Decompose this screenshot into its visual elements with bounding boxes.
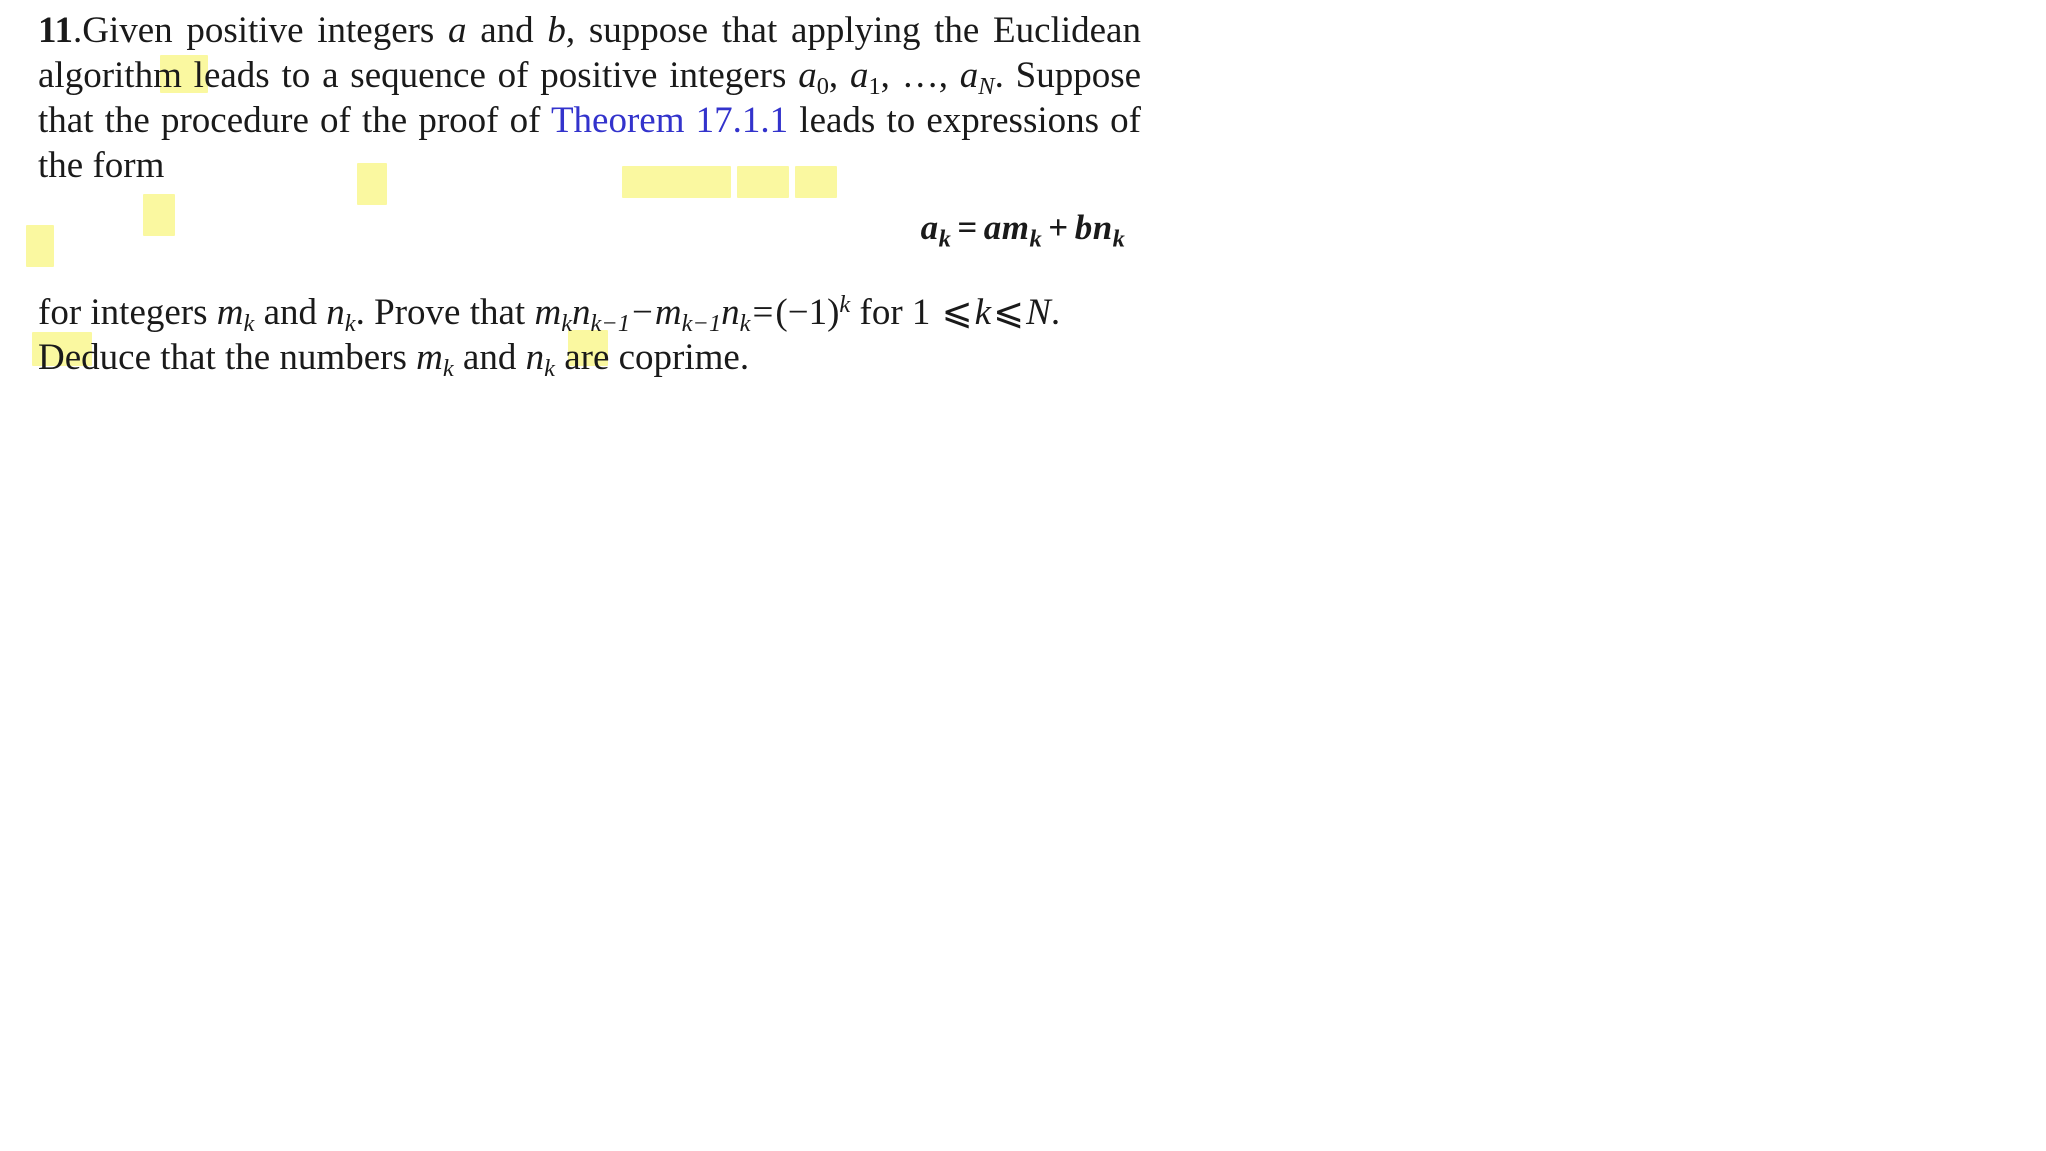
- variable-N: N: [1026, 292, 1051, 333]
- variable-aN-base: a: [959, 55, 979, 96]
- variable-a: a: [448, 10, 467, 51]
- para1-seg4: ,: [828, 55, 850, 96]
- equation-term1-coefficient: am: [983, 208, 1030, 247]
- variable-a1-base: a: [849, 55, 869, 96]
- variable-a0-subscript: 0: [816, 72, 829, 100]
- expr-m2-subscript: k−1: [681, 309, 722, 337]
- equation-equals-sign: =: [957, 208, 978, 247]
- expr-rhs-exponent: k: [839, 290, 851, 318]
- para1-seg2: and: [466, 10, 548, 51]
- exercise-paragraph-2: for integers mk and nk. Prove that mknk−…: [38, 290, 1148, 382]
- expr-n2-base: n: [721, 292, 740, 333]
- variable-n3-base: n: [525, 337, 545, 378]
- variable-k: k: [974, 292, 992, 333]
- variable-b: b: [547, 10, 566, 51]
- variable-m2-base: m: [416, 337, 443, 378]
- para2-seg1: for integers: [38, 292, 217, 333]
- equation-plus-sign: +: [1048, 208, 1069, 247]
- equation-lhs-base: a: [920, 208, 939, 247]
- para2-seg2: and: [254, 292, 327, 333]
- variable-a1-subscript: 1: [868, 72, 881, 100]
- equation-term2-coefficient: bn: [1074, 208, 1113, 247]
- para2-seg3: . Prove that: [355, 292, 535, 333]
- equation-term1-subscript: k: [1029, 225, 1043, 253]
- variable-n3-subscript: k: [544, 354, 555, 382]
- expr-m1-base: m: [534, 292, 562, 333]
- display-equation: ak = amk + bnk: [0, 208, 2046, 251]
- inequality-sign-2: ⩽: [993, 292, 1025, 333]
- expr-minus-sign: −: [632, 292, 653, 333]
- expr-n1-base: n: [572, 292, 591, 333]
- theorem-cross-reference-link[interactable]: Theorem 17.1.1: [551, 100, 788, 141]
- para1-seg1: Given positive integers: [82, 10, 449, 51]
- para2-seg4: for 1: [850, 292, 940, 333]
- inequality-sign-1: ⩽: [941, 292, 973, 333]
- exercise-paragraph-1: 11.Given positive integers a and b, supp…: [38, 8, 1141, 188]
- exercise-number-suffix: .: [72, 10, 83, 51]
- para1-seg5: , …,: [880, 55, 960, 96]
- variable-m2-subscript: k: [442, 354, 454, 382]
- variable-m-subscript: k: [243, 309, 255, 337]
- expr-m1-subscript: k: [561, 309, 573, 337]
- variable-n-base: n: [326, 292, 345, 333]
- expr-n1-subscript: k−1: [590, 309, 631, 337]
- variable-a0-base: a: [798, 55, 817, 96]
- para2-seg7: are coprime.: [554, 337, 750, 378]
- expr-equals-sign: =: [752, 292, 774, 333]
- para2-seg6: and: [453, 337, 526, 378]
- equation-term2-subscript: k: [1112, 225, 1126, 253]
- document-page: 11.Given positive integers a and b, supp…: [0, 0, 2046, 1151]
- variable-aN-subscript: N: [978, 72, 995, 100]
- equation-lhs-subscript: k: [938, 225, 952, 253]
- expr-n2-subscript: k: [739, 309, 751, 337]
- variable-m-base: m: [216, 292, 244, 333]
- exercise-number: 11: [38, 10, 73, 51]
- expr-rhs: (−1): [775, 292, 840, 333]
- expr-m2-base: m: [654, 292, 682, 333]
- variable-n-subscript: k: [344, 309, 356, 337]
